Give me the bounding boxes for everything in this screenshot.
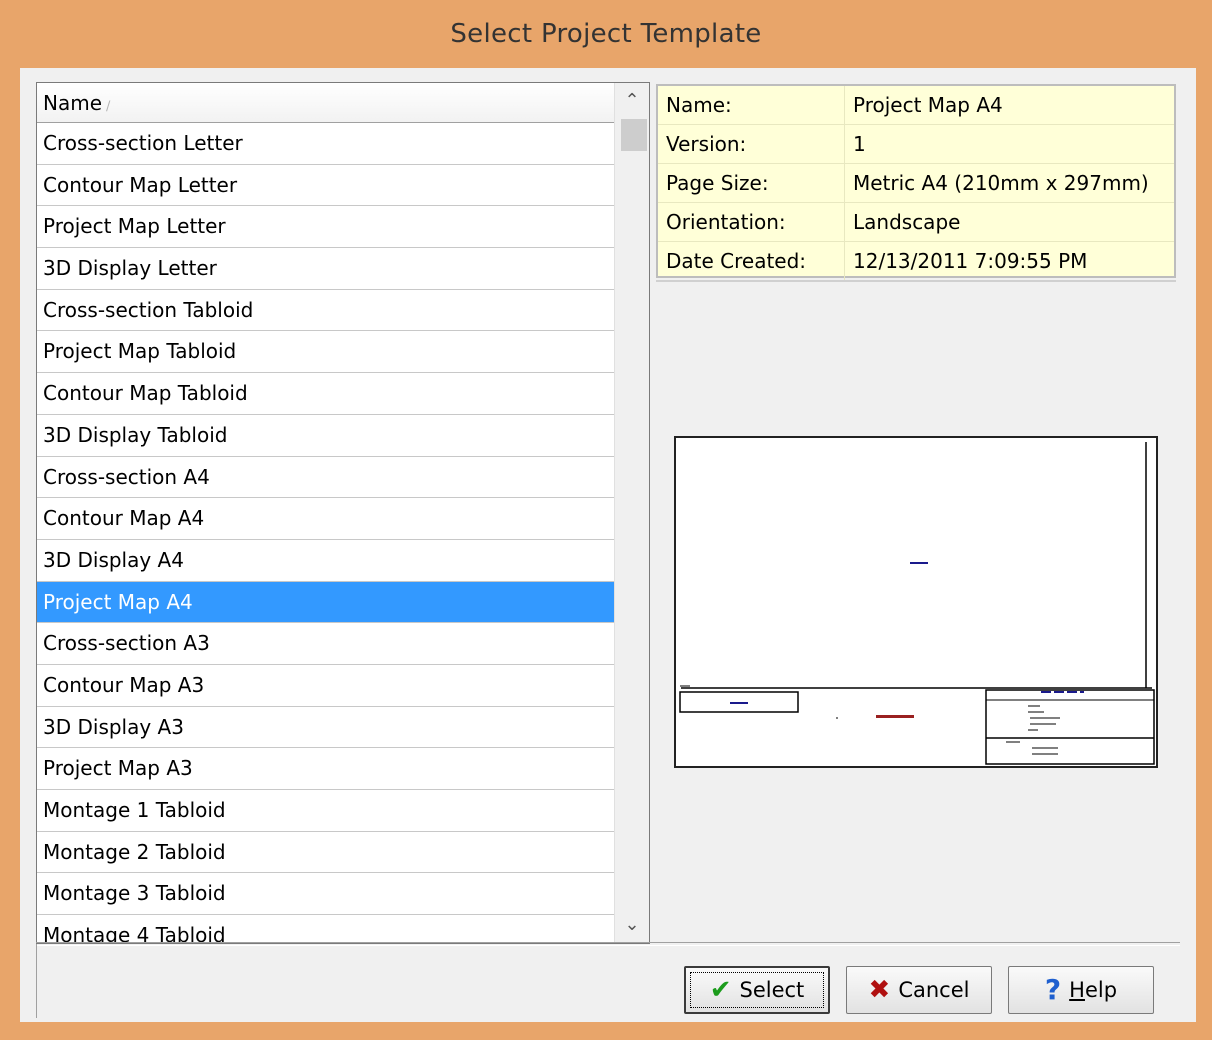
- detail-row: Name: Project Map A4: [658, 86, 1174, 125]
- detail-row: Page Size: Metric A4 (210mm x 297mm): [658, 164, 1174, 203]
- select-button[interactable]: ✔ Select: [684, 966, 830, 1014]
- column-header-name[interactable]: Name ∕: [37, 83, 614, 123]
- help-label-rest: elp: [1084, 978, 1118, 1002]
- list-item[interactable]: 3D Display A4: [37, 540, 614, 582]
- help-button-label: Help: [1069, 978, 1117, 1002]
- list-item[interactable]: Project Map Letter: [37, 206, 614, 249]
- list-item[interactable]: Project Map A3: [37, 748, 614, 790]
- template-preview-panel: [656, 280, 1176, 942]
- list-item-selected[interactable]: Project Map A4: [37, 581, 614, 624]
- list-item[interactable]: Montage 3 Tabloid: [37, 873, 614, 916]
- detail-value: 1: [853, 132, 866, 156]
- help-mnemonic: H: [1069, 978, 1085, 1002]
- list-item[interactable]: 3D Display Letter: [37, 248, 614, 290]
- list-item[interactable]: Montage 1 Tabloid: [37, 790, 614, 832]
- detail-value: Project Map A4: [853, 93, 1003, 117]
- help-button[interactable]: ? Help: [1008, 966, 1154, 1014]
- question-icon: ?: [1044, 973, 1062, 1006]
- list-scrollbar[interactable]: ⌃ ⌄: [614, 83, 649, 943]
- cancel-button-label: Cancel: [898, 978, 970, 1002]
- list-item[interactable]: Contour Map A4: [37, 498, 614, 540]
- list-item[interactable]: Cross-section A3: [37, 623, 614, 665]
- template-list[interactable]: Name ∕ Cross-section Letter Contour Map Le…: [36, 82, 650, 944]
- detail-label: Page Size:: [658, 164, 845, 202]
- list-item[interactable]: Contour Map Tabloid: [37, 373, 614, 415]
- list-item[interactable]: Contour Map A3: [37, 665, 614, 707]
- dialog-body: Name ∕ Cross-section Letter Contour Map Le…: [20, 68, 1196, 1022]
- sort-ascending-icon: ∕: [106, 99, 111, 114]
- list-item[interactable]: 3D Display A3: [37, 707, 614, 749]
- detail-row: Version: 1: [658, 125, 1174, 164]
- list-item[interactable]: Project Map Tabloid: [37, 331, 614, 374]
- detail-value: 12/13/2011 7:09:55 PM: [853, 249, 1088, 273]
- list-item[interactable]: Contour Map Letter: [37, 165, 614, 207]
- scroll-up-icon[interactable]: ⌃: [615, 85, 649, 117]
- list-item[interactable]: Cross-section Letter: [37, 123, 614, 165]
- list-item[interactable]: Montage 2 Tabloid: [37, 832, 614, 874]
- template-preview-thumbnail: [676, 438, 1155, 765]
- scroll-thumb[interactable]: [621, 119, 647, 151]
- detail-value: Metric A4 (210mm x 297mm): [853, 171, 1149, 195]
- detail-row: Orientation: Landscape: [658, 203, 1174, 242]
- list-item[interactable]: 3D Display Tabloid: [37, 415, 614, 457]
- scroll-down-icon[interactable]: ⌄: [615, 909, 649, 941]
- list-item[interactable]: Cross-section A4: [37, 457, 614, 499]
- window-title: Select Project Template: [450, 19, 762, 49]
- list-item[interactable]: Cross-section Tabloid: [37, 290, 614, 332]
- detail-label: Date Created:: [658, 242, 845, 280]
- list-item[interactable]: Montage 4 Tabloid: [37, 915, 614, 943]
- column-header-label: Name: [43, 91, 103, 115]
- detail-label: Name:: [658, 86, 845, 124]
- template-list-rows: Cross-section Letter Contour Map Letter Pr…: [37, 123, 614, 943]
- detail-label: Orientation:: [658, 203, 845, 241]
- template-details: Name: Project Map A4 Version: 1 Page Size: Me…: [656, 84, 1176, 280]
- detail-label: Version:: [658, 125, 845, 163]
- detail-row: Date Created: 12/13/2011 7:09:55 PM: [658, 242, 1174, 280]
- detail-value: Landscape: [853, 210, 961, 234]
- template-preview-page: [674, 436, 1158, 768]
- focus-ring: [690, 972, 824, 1008]
- cancel-button[interactable]: ✖ Cancel: [846, 966, 992, 1014]
- x-icon: ✖: [868, 975, 891, 1005]
